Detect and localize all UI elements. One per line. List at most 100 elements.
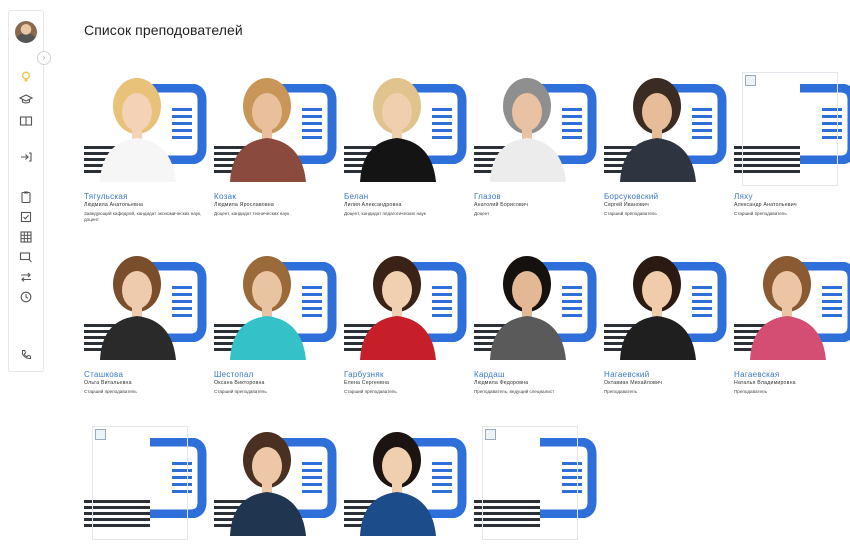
teacher-card[interactable]: Сташкова Ольга Витальевна Старший преподав… — [84, 248, 208, 395]
teacher-position: Доцент, кандидат педагогических наук — [344, 211, 426, 216]
teacher-photo-area — [214, 248, 338, 366]
teacher-photo — [360, 432, 436, 536]
graduation-cap-icon[interactable] — [18, 91, 34, 107]
teacher-card[interactable]: Козак Людмила Ярославовна Доцент, кандидат… — [214, 70, 338, 217]
teacher-card[interactable]: Белан Лилия Александровна Доцент, кандидат… — [344, 70, 468, 217]
teacher-name: Сергей Иванович — [604, 202, 649, 208]
teacher-card[interactable] — [214, 424, 338, 546]
teacher-position: Заведующий кафедрой, кандидат экономичес… — [84, 211, 202, 222]
teacher-surname-link[interactable]: Козак — [214, 192, 338, 202]
login-icon[interactable] — [18, 149, 34, 165]
teacher-card[interactable]: Ляху Александр Анатольевич Старший препода… — [734, 70, 850, 217]
teacher-position: Преподаватель — [604, 389, 637, 394]
teacher-card[interactable]: Тягульская Людмила Анатольевна Заведующий … — [84, 70, 208, 223]
teacher-photo — [100, 78, 176, 182]
teacher-photo — [490, 256, 566, 360]
teacher-position: Старший преподаватель — [344, 389, 397, 394]
teacher-photo — [620, 78, 696, 182]
teacher-card[interactable] — [474, 424, 598, 546]
teacher-photo-area — [474, 424, 598, 542]
broken-image-icon — [745, 75, 756, 86]
missing-photo-placeholder — [92, 426, 188, 540]
missing-photo-placeholder — [482, 426, 578, 540]
teacher-name: Людмила Федоровна — [474, 380, 529, 386]
clipboard-icon[interactable] — [18, 189, 34, 205]
collapse-sidebar-button[interactable]: › — [37, 51, 51, 65]
teacher-name: Ольга Витальевна — [84, 380, 132, 386]
teacher-name: Наталья Владимировна — [734, 380, 796, 386]
teacher-photo-area — [474, 70, 598, 188]
teacher-name: Александр Анатольевич — [734, 202, 797, 208]
teacher-name: Елена Сергеевна — [344, 380, 390, 386]
teacher-photo-area — [734, 70, 850, 188]
teacher-photo — [620, 256, 696, 360]
teacher-position: Доцент, кандидат технических наук — [214, 211, 290, 216]
teacher-position: Старший преподаватель — [604, 211, 657, 216]
teacher-card[interactable] — [344, 424, 468, 546]
teacher-surname-link[interactable]: Ляху — [734, 192, 850, 202]
monitor-icon[interactable] — [18, 249, 34, 265]
teacher-name: Октавиан Михайлович — [604, 380, 663, 386]
grid-icon[interactable] — [18, 229, 34, 245]
teacher-photo-area — [474, 248, 598, 366]
teacher-photo-area — [344, 70, 468, 188]
teacher-name: Оксана Викторовна — [214, 380, 265, 386]
teacher-card[interactable]: Гарбузняк Елена Сергеевна Старший преподав… — [344, 248, 468, 395]
teacher-photo-area — [84, 70, 208, 188]
teacher-name: Людмила Анатольевна — [84, 202, 144, 208]
teacher-photo — [360, 256, 436, 360]
broken-image-icon — [95, 429, 106, 440]
teacher-photo-area — [604, 248, 728, 366]
teacher-photo — [490, 78, 566, 182]
teacher-position: Доцент — [474, 211, 490, 216]
phone-icon[interactable] — [18, 347, 34, 363]
teacher-photo-area — [214, 70, 338, 188]
checklist-icon[interactable] — [18, 209, 34, 225]
broken-image-icon — [485, 429, 496, 440]
teacher-card[interactable] — [84, 424, 208, 546]
teacher-photo — [230, 256, 306, 360]
teacher-photo-area — [214, 424, 338, 542]
swap-icon[interactable] — [18, 269, 34, 285]
teacher-card[interactable]: Шестопал Оксана Викторовна Старший препода… — [214, 248, 338, 395]
teacher-surname-link[interactable]: Нагаевская — [734, 370, 850, 380]
book-icon[interactable] — [18, 113, 34, 129]
lightbulb-icon[interactable] — [18, 69, 34, 85]
teacher-card[interactable]: Борсуковский Сергей Иванович Старший препо… — [604, 70, 728, 217]
teacher-card[interactable]: Нагаевская Наталья Владимировна Преподават… — [734, 248, 850, 395]
teacher-position: Старший преподаватель — [734, 211, 787, 216]
sidebar: › — [8, 10, 51, 372]
teacher-card[interactable]: Кардаш Людмила Федоровна Преподаватель, ве… — [474, 248, 598, 395]
teacher-card[interactable]: Нагаевский Октавиан Михайлович Преподавате… — [604, 248, 728, 395]
teacher-photo — [230, 78, 306, 182]
teacher-surname-link[interactable]: Нагаевский — [604, 370, 728, 380]
teacher-name: Лилия Александровна — [344, 202, 402, 208]
teacher-surname-link[interactable]: Борсуковский — [604, 192, 728, 202]
teacher-position: Старший преподаватель — [84, 389, 137, 394]
teacher-position: Старший преподаватель — [214, 389, 267, 394]
teacher-name: Людмила Ярославовна — [214, 202, 274, 208]
teacher-photo-area — [84, 248, 208, 366]
teacher-photo-area — [84, 424, 208, 542]
teacher-card[interactable]: Глазов Анатолий Борисович Доцент — [474, 70, 598, 217]
teacher-surname-link[interactable]: Гарбузняк — [344, 370, 468, 380]
teacher-position: Преподаватель, ведущий специалист — [474, 389, 555, 394]
teacher-surname-link[interactable]: Глазов — [474, 192, 598, 202]
avatar[interactable] — [15, 21, 37, 43]
teacher-surname-link[interactable]: Шестопал — [214, 370, 338, 380]
teacher-photo-area — [734, 248, 850, 366]
teacher-photo-area — [604, 70, 728, 188]
teacher-photo-area — [344, 248, 468, 366]
teacher-photo — [230, 432, 306, 536]
teacher-name: Анатолий Борисович — [474, 202, 529, 208]
teacher-surname-link[interactable]: Белан — [344, 192, 468, 202]
clock-icon[interactable] — [18, 289, 34, 305]
teacher-surname-link[interactable]: Сташкова — [84, 370, 208, 380]
page-title: Список преподователей — [84, 22, 243, 38]
teacher-photo — [100, 256, 176, 360]
teacher-surname-link[interactable]: Кардаш — [474, 370, 598, 380]
missing-photo-placeholder — [742, 72, 838, 186]
teacher-position: Преподаватель — [734, 389, 767, 394]
teacher-surname-link[interactable]: Тягульская — [84, 192, 208, 202]
teacher-photo — [360, 78, 436, 182]
